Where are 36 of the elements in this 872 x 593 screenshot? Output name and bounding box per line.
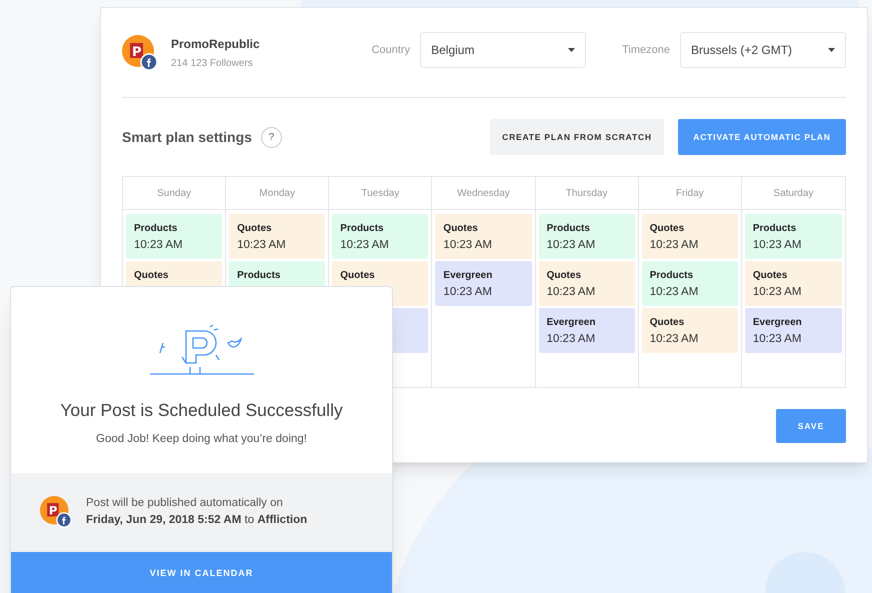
help-button[interactable]: ? bbox=[260, 126, 282, 148]
schedule-slot[interactable]: Products 10:23 AM bbox=[744, 214, 842, 259]
day-header: Tuesday bbox=[361, 186, 400, 200]
schedule-slot[interactable]: Quotes 10:23 AM bbox=[744, 261, 842, 306]
modal-subtitle: Good Job! Keep doing what you’re doing! bbox=[95, 432, 308, 448]
schedule-slot[interactable]: Products 10:23 AM bbox=[126, 214, 222, 259]
caret-icon bbox=[828, 48, 835, 52]
schedule-slot[interactable]: Quotes 10:23 AM bbox=[538, 261, 635, 306]
schedule-slot[interactable]: Quotes 10:23 AM bbox=[642, 308, 738, 353]
day-header: Saturday bbox=[773, 186, 814, 200]
section-title: Smart plan settings bbox=[122, 128, 252, 147]
day-header: Thursday bbox=[566, 186, 608, 200]
schedule-slot[interactable]: Products 10:23 AM bbox=[538, 214, 635, 259]
filter-label: Timezone bbox=[622, 42, 670, 58]
schedule-slot[interactable]: Products 10:23 AM bbox=[332, 214, 428, 259]
plan-button[interactable]: CREATE PLAN FROM SCRATCH bbox=[490, 119, 664, 155]
schedule-slot[interactable]: Quotes 10:23 AM bbox=[642, 214, 738, 259]
schedule-slot[interactable]: Evergreen 10:23 AM bbox=[744, 308, 842, 353]
day-header: Monday bbox=[259, 186, 295, 200]
select-field[interactable]: Belgium bbox=[420, 32, 586, 68]
account-name: PromoRepublic bbox=[171, 36, 260, 53]
day-header: Friday bbox=[676, 186, 704, 200]
caret-icon bbox=[568, 48, 576, 52]
schedule-slot[interactable]: Quotes 10:23 AM bbox=[435, 214, 532, 259]
schedule-slot[interactable]: Evergreen 10:23 AM bbox=[435, 261, 532, 306]
schedule-slot[interactable]: Evergreen 10:23 AM bbox=[538, 308, 635, 353]
select-field[interactable]: Brussels (+2 GMT) bbox=[680, 32, 846, 68]
modal-title: Your Post is Scheduled Successfully bbox=[59, 399, 344, 422]
filter-label: Country bbox=[372, 42, 410, 58]
publish-info-text: Post will be published automatically on bbox=[86, 496, 284, 511]
followers-count: 214 123 Followers bbox=[171, 57, 254, 71]
publish-schedule-text: Friday, Jun 29, 2018 5:52 AM to Affliction bbox=[86, 513, 308, 528]
schedule-slot[interactable]: Quotes 10:23 AM bbox=[229, 214, 326, 259]
day-header: Sunday bbox=[157, 186, 192, 200]
schedule-slot[interactable]: Products 10:23 AM bbox=[642, 261, 738, 306]
day-header: Wednesday bbox=[457, 186, 510, 200]
